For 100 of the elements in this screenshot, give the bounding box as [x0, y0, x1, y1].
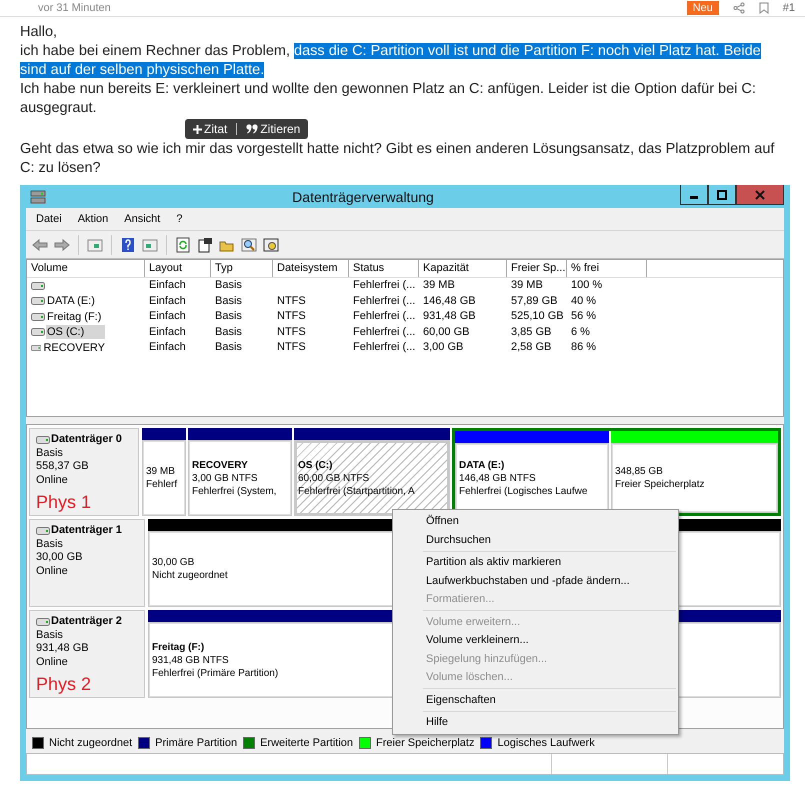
table-cell-text: Basis: [215, 278, 243, 293]
table-cell-text: Fehlerfrei (...: [353, 340, 416, 355]
partition-block[interactable]: 39 MB Fehlerf: [142, 440, 186, 516]
column-header[interactable]: Freier Sp...: [507, 260, 567, 277]
legend-label: Freier Speicherplatz: [376, 737, 474, 749]
disk-name: Datenträger 0: [51, 433, 122, 446]
legend-label: Primäre Partition: [155, 737, 238, 749]
drive-icon: [31, 344, 42, 352]
table-cell[interactable]: OS (C:): [46, 325, 105, 340]
column-header[interactable]: Kapazität: [419, 260, 507, 277]
drive-icon: [36, 436, 50, 444]
context-menu-item[interactable]: Partition als aktiv markieren: [395, 553, 676, 572]
table-cell[interactable]: RECOVERY: [42, 340, 105, 355]
menu-item[interactable]: ?: [170, 213, 188, 225]
table-cell-text: NTFS: [277, 324, 307, 340]
table-cell[interactable]: DATA (E:): [46, 294, 105, 308]
post-text: ich habe bei einem Rechner das Problem, dass die C: Partition voll ist und die Partition F: noch viel Platz hat. Beide sind auf der selben physischen Platte.: [20, 42, 762, 80]
table-cell-text: Einfach: [149, 324, 187, 340]
table-cell-text: 931,48 GB: [423, 309, 477, 324]
bookmark-icon[interactable]: [758, 2, 769, 14]
context-menu-item[interactable]: Hilfe: [395, 713, 676, 732]
menu-item[interactable]: Ansicht: [118, 213, 166, 225]
partition-info: Fehlerfrei (System,: [192, 484, 276, 498]
table-cell-text: 3,85 GB: [511, 324, 552, 340]
disk-size: 931,48 GB: [36, 642, 90, 656]
annotation-text: Phys 2: [36, 673, 92, 696]
table-cell-text: 525,10 GB: [511, 309, 565, 324]
table-cell-text: 39 MB: [511, 278, 544, 293]
partition-bar: [142, 428, 186, 440]
drive-icon: [31, 328, 45, 336]
maximize-button[interactable]: [708, 185, 736, 205]
table-cell-text: 86 %: [571, 340, 598, 355]
close-button[interactable]: [736, 185, 784, 205]
context-menu-item[interactable]: Volume verkleinern...: [395, 631, 676, 650]
disk-size: 30,00 GB: [36, 551, 84, 564]
column-header[interactable]: Status: [349, 260, 419, 277]
legend-label: Nicht zugeordnet: [49, 737, 132, 749]
legend-label: Logisches Laufwerk: [497, 737, 595, 749]
partition-info: Fehlerfrei (Startpartition, A: [298, 484, 415, 498]
post-number[interactable]: #1: [782, 2, 795, 14]
partition-info: Fehlerf: [146, 478, 178, 491]
menu-item[interactable]: Datei: [30, 213, 68, 225]
refresh-icon[interactable]: [174, 236, 192, 254]
column-header[interactable]: Layout: [145, 260, 211, 277]
table-cell-text: Fehlerfrei (...: [353, 278, 416, 293]
table-cell-text: 3,00 GB: [423, 340, 464, 355]
share-icon[interactable]: [732, 2, 745, 14]
disk-status: Online: [36, 474, 69, 487]
disk-name: Datenträger 1: [51, 524, 122, 538]
context-menu-item[interactable]: Eigenschaften: [395, 690, 676, 709]
table-cell-text: 40 %: [571, 294, 598, 308]
partition-block[interactable]: 348,85 GB Freier Speicherplatz: [611, 443, 778, 513]
menu-item[interactable]: Aktion: [72, 213, 114, 225]
column-header[interactable]: % frei: [567, 260, 647, 277]
disk-name: Datenträger 2: [51, 615, 122, 628]
disk-label[interactable]: Datenträger 0 Basis 558,37 GB Online Phys 1: [29, 428, 139, 516]
disk-type: Basis: [36, 628, 64, 642]
table-cell-text: NTFS: [277, 340, 307, 355]
column-header[interactable]: Dateisystem: [273, 260, 349, 277]
partition-info: 931,48 GB NTFS: [152, 654, 229, 666]
disk-status: Online: [36, 564, 69, 578]
table-cell-text: 57,89 GB: [511, 294, 558, 308]
table-cell-text: 100 %: [571, 278, 604, 293]
quote-icon: [246, 124, 258, 134]
table-cell-text: Einfach: [149, 309, 187, 324]
post-text: Geht das etwa so wie ich mir das vorgestellt hatte nicht? Gibt es einen anderen Lösungsansatz, das Platzproblem auf C: zu lösen?: [20, 140, 776, 178]
disk-label[interactable]: Datenträger 1 Basis 30,00 GB Online: [29, 519, 145, 607]
minimize-button[interactable]: [680, 185, 708, 205]
table-cell-text: 2,58 GB: [511, 340, 552, 355]
partition-name: DATA (E:): [459, 458, 504, 472]
partition-block[interactable]: OS (C:) 60,00 GB NTFS Fehlerfrei (Startpartition, A: [294, 440, 450, 516]
partition-info: 39 MB: [146, 465, 175, 478]
column-header[interactable]: Typ: [211, 260, 273, 277]
disk-type: Basis: [36, 538, 64, 551]
help-icon[interactable]: [119, 236, 137, 254]
context-menu-item[interactable]: Laufwerkbuchstaben und -pfade ändern...: [395, 572, 676, 590]
column-header[interactable]: Volume: [27, 260, 145, 277]
quote-button[interactable]: Zitat: [193, 120, 228, 138]
table-cell[interactable]: Freitag (F:): [46, 310, 105, 324]
legend-label: Erweiterte Partition: [260, 737, 354, 749]
partition-block[interactable]: RECOVERY 3,00 GB NTFS Fehlerfrei (System,: [188, 440, 292, 516]
disk-label[interactable]: Datenträger 2 Basis 931,48 GB Online Phys 2: [29, 610, 145, 698]
drive-icon: [36, 526, 50, 535]
table-cell-text: Fehlerfrei (...: [353, 294, 416, 308]
partition-info: 30,00 GB: [152, 556, 194, 569]
search-icon[interactable]: [240, 236, 258, 254]
table-cell-text: Basis: [215, 324, 243, 340]
table-cell-text: Einfach: [149, 340, 187, 355]
drive-icon: [31, 297, 45, 306]
partition-name: RECOVERY: [192, 458, 248, 472]
table-cell-text: Fehlerfrei (...: [353, 309, 416, 324]
partition-info: Nicht zugeordnet: [152, 569, 228, 582]
quote-button[interactable]: Zitieren: [246, 120, 300, 138]
context-menu-item[interactable]: Durchsuchen: [395, 530, 676, 549]
new-badge: Neu: [686, 1, 719, 15]
plus-icon: [193, 124, 202, 134]
partition-name: OS (C:): [298, 458, 332, 472]
table-cell-text: Einfach: [149, 294, 187, 308]
table-cell-text: 146,48 GB: [423, 294, 477, 308]
table-cell-text: NTFS: [277, 309, 307, 324]
